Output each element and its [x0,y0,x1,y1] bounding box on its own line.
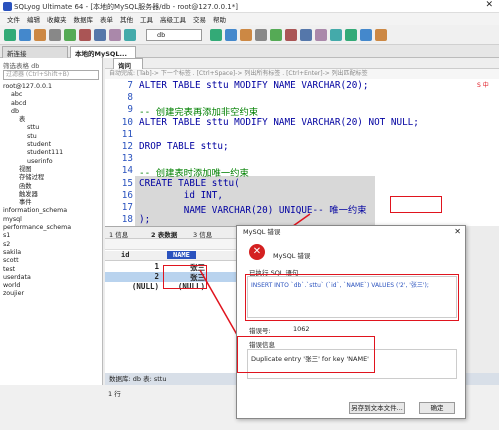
dialog-title: MySQL 错误 [243,228,281,236]
message-highlight-box [237,336,375,373]
ok-button[interactable]: 确定 [419,402,455,414]
save-to-file-button[interactable]: 另存到文本文件... [349,402,405,414]
mysql-error-dialog: MySQL 错误 ✕ ✕ MySQL 错误 已执行 SQL 语句 INSERT … [236,225,466,419]
ok-label: 确定 [430,404,444,412]
error-code-label: 错误号: [249,327,271,335]
error-header: MySQL 错误 [273,252,311,260]
close-icon[interactable]: ✕ [454,227,461,236]
save-to-file-label: 另存到文本文件... [351,404,403,412]
error-icon: ✕ [249,244,265,260]
sql-highlight-box [245,274,459,321]
error-code: 1062 [293,325,310,333]
arrow-to-message [199,269,241,341]
